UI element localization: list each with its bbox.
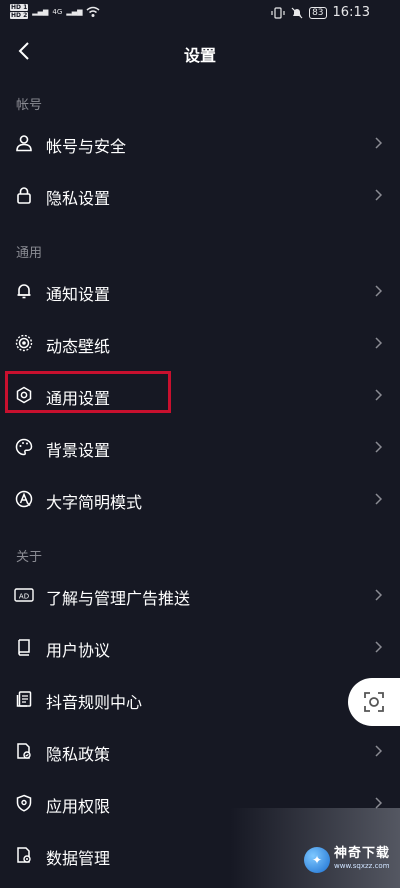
- network-type: 4G: [52, 7, 63, 16]
- wifi-icon: [86, 6, 100, 17]
- user-icon: [14, 133, 34, 153]
- status-left: HD 1 HD 2 ▂▄▆ 4G ▂▄▆: [10, 4, 100, 19]
- bell-icon: [14, 281, 34, 301]
- chevron-right-icon: [374, 586, 384, 604]
- watermark: ✦ 神奇下载 www.sqxzz.com: [304, 840, 394, 880]
- highlight-box: [5, 371, 171, 413]
- settings-item-label: 通知设置: [46, 285, 111, 304]
- sim1-label: HD 1: [10, 4, 29, 11]
- chevron-right-icon: [374, 134, 384, 152]
- settings-item-label: 隐私设置: [46, 189, 111, 208]
- settings-item-ad-management[interactable]: AD 了解与管理广告推送: [0, 572, 400, 618]
- header: 设置: [0, 30, 400, 74]
- status-right: 83 16:13: [271, 5, 370, 20]
- chevron-right-icon: [374, 186, 384, 204]
- settings-item-label: 应用权限: [46, 797, 111, 816]
- status-bar: HD 1 HD 2 ▂▄▆ 4G ▂▄▆ 83 16:13: [0, 0, 400, 28]
- chevron-right-icon: [374, 386, 384, 404]
- settings-item-label: 了解与管理广告推送: [46, 589, 191, 608]
- clock: 16:13: [332, 5, 370, 20]
- dynamic-wallpaper-icon: [14, 333, 34, 353]
- settings-item-label: 隐私政策: [46, 745, 111, 764]
- chevron-right-icon: [374, 742, 384, 760]
- signal-icon: ▂▄▆: [32, 7, 49, 16]
- floating-scan-button[interactable]: [348, 678, 400, 726]
- settings-item-privacy[interactable]: 隐私设置: [0, 172, 400, 218]
- mute-bell-icon: [291, 7, 303, 18]
- privacy-policy-icon: [14, 741, 34, 761]
- page-title: 设置: [183, 46, 216, 65]
- sim-indicators: HD 1 HD 2: [10, 4, 29, 19]
- chevron-right-icon: [374, 490, 384, 508]
- svg-text:AD: AD: [19, 593, 29, 601]
- watermark-url: www.sqxzz.com: [334, 862, 390, 870]
- settings-item-large-text-mode[interactable]: 大字简明模式: [0, 476, 400, 522]
- lock-icon: [14, 185, 34, 205]
- data-management-icon: [14, 845, 34, 865]
- section-label-general: 通用: [16, 246, 43, 261]
- settings-item-user-agreement[interactable]: 用户协议: [0, 624, 400, 670]
- section-label-about: 关于: [16, 550, 43, 565]
- watermark-logo: ✦: [304, 847, 330, 873]
- document-icon: [14, 689, 34, 709]
- settings-item-rules-center[interactable]: 抖音规则中心: [0, 676, 400, 722]
- settings-item-notifications[interactable]: 通知设置: [0, 268, 400, 314]
- watermark-title: 神奇下载: [334, 846, 391, 861]
- book-icon: [14, 637, 34, 657]
- palette-icon: [14, 437, 34, 457]
- chevron-right-icon: [374, 438, 384, 456]
- settings-item-dynamic-wallpaper[interactable]: 动态壁纸: [0, 320, 400, 366]
- large-text-icon: [14, 489, 34, 509]
- settings-item-label: 帐号与安全: [46, 137, 127, 156]
- settings-item-privacy-policy[interactable]: 隐私政策: [0, 728, 400, 774]
- watermark-text: 神奇下载 www.sqxzz.com: [334, 846, 391, 872]
- chevron-right-icon: [374, 638, 384, 656]
- chevron-right-icon: [374, 334, 384, 352]
- sim2-label: HD 2: [10, 12, 29, 19]
- settings-item-account-security[interactable]: 帐号与安全: [0, 120, 400, 166]
- settings-item-background[interactable]: 背景设置: [0, 424, 400, 470]
- settings-item-label: 动态壁纸: [46, 337, 111, 356]
- battery-level: 83: [309, 6, 327, 19]
- shield-icon: [14, 793, 34, 813]
- settings-item-label: 大字简明模式: [46, 493, 143, 512]
- ad-icon: AD: [14, 585, 34, 605]
- settings-item-label: 数据管理: [46, 849, 111, 868]
- settings-item-label: 用户协议: [46, 641, 111, 660]
- settings-item-label: 背景设置: [46, 441, 111, 460]
- settings-item-label: 抖音规则中心: [46, 693, 143, 712]
- section-label-account: 帐号: [16, 98, 43, 113]
- vibrate-icon: [271, 6, 285, 19]
- signal-icon-2: ▂▄▆: [66, 7, 83, 16]
- scan-icon: [364, 692, 384, 712]
- chevron-right-icon: [374, 282, 384, 300]
